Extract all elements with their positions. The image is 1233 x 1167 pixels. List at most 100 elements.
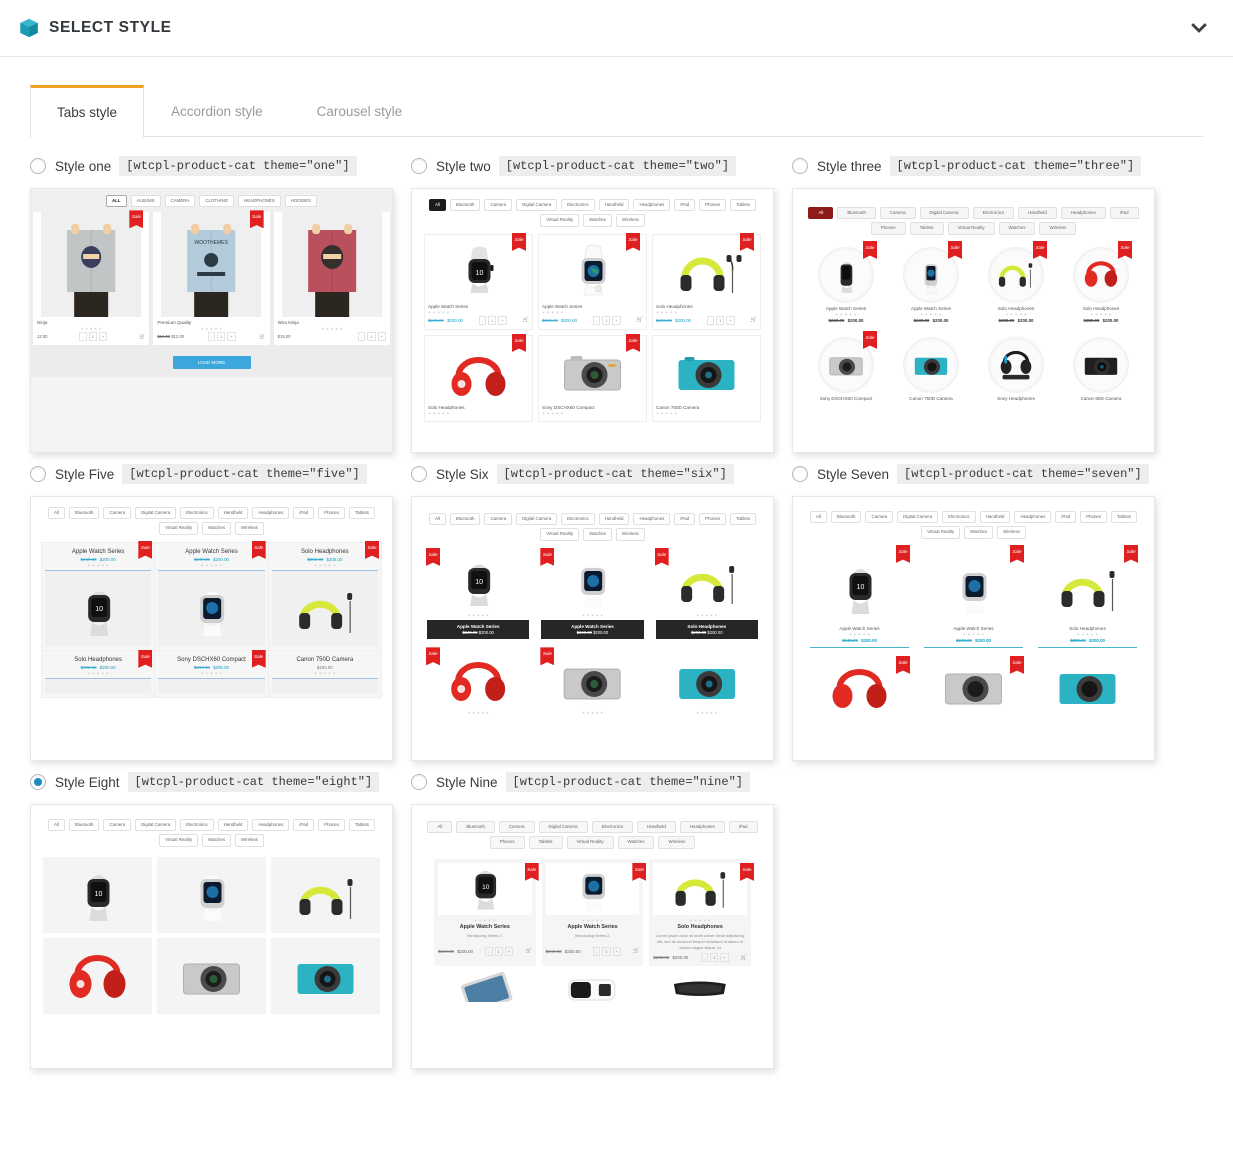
product-card[interactable]: Canon 750D Camera (652, 334, 761, 422)
product-card[interactable]: Sale Sony DSCHX60 Compact (805, 330, 887, 407)
filter-pill[interactable]: Phones (1080, 511, 1108, 524)
filter-pill[interactable]: Phones (870, 222, 906, 235)
chevron-down-icon[interactable] (1189, 18, 1209, 38)
product-card[interactable]: Sale (538, 232, 647, 330)
product-card[interactable]: Sale (538, 547, 647, 644)
product-card[interactable]: Sale WOOTHEMES Premium Quality $15.00 $1… (153, 210, 270, 346)
product-card[interactable] (1033, 657, 1142, 716)
filter-pill[interactable]: iPad (1055, 511, 1077, 524)
filter-pill[interactable]: Handheld (637, 821, 676, 834)
filter-pill[interactable]: Wireless (616, 214, 645, 227)
product-card[interactable]: Sale (649, 858, 755, 967)
filter-pill[interactable]: Headphones (1014, 511, 1052, 524)
product-card[interactable]: Sale (805, 655, 914, 716)
radio-style-two[interactable] (411, 158, 427, 174)
product-card[interactable]: Sale (424, 647, 533, 721)
filter-pill[interactable]: Phones (489, 836, 525, 849)
filter-pill[interactable]: Digital Camera (516, 513, 558, 526)
product-card[interactable]: Canon 80D Camera (1060, 332, 1142, 407)
radio-style-seven[interactable] (792, 466, 808, 482)
filter-pill[interactable]: Virtual Reality (566, 836, 614, 849)
radio-style-three[interactable] (792, 158, 808, 174)
product-card[interactable]: Sale 10 Apple Watch Series $249.00 $200.… (424, 232, 533, 330)
filter-pill[interactable]: All (810, 511, 827, 524)
filter-pill[interactable]: Handheld (598, 513, 630, 526)
filter-pill[interactable]: Camera (498, 821, 535, 834)
filter-pill[interactable]: Virtual Reality (921, 526, 961, 539)
product-card[interactable] (652, 647, 761, 721)
product-card[interactable]: Sale (541, 858, 647, 967)
filter-pill[interactable]: All (48, 819, 65, 832)
filter-pill[interactable]: Wireless (658, 836, 696, 849)
radio-style-eight[interactable] (30, 774, 46, 790)
filter-pill[interactable]: Wireless (235, 522, 264, 535)
filter-pill[interactable]: Bluetooth (449, 513, 481, 526)
filter-pill[interactable]: Handheld (598, 199, 630, 212)
product-card[interactable]: Sale (538, 647, 647, 721)
product-card[interactable]: Sale Solo Headphones (1060, 240, 1142, 327)
preview-thumbnail-six[interactable]: All Bluetooth Camera Digital Camera Elec… (411, 496, 774, 761)
filter-pill[interactable]: Electronics (942, 511, 976, 524)
product-card[interactable]: Woo Ninja $15.00 -1 + (273, 212, 390, 346)
product-card[interactable] (43, 937, 152, 1014)
product-card[interactable]: Sale 10 Apple Watch Series $249.00 $200.… (805, 544, 914, 652)
product-card[interactable]: Sale Solo Headphones (424, 333, 533, 422)
filter-pill[interactable]: All (808, 207, 834, 220)
filter-pill[interactable]: Electronics (561, 513, 595, 526)
product-card[interactable]: Sale 10 (424, 547, 533, 644)
filter-pill[interactable]: Bluetooth (68, 507, 100, 520)
filter-pill[interactable]: Digital Camera (135, 819, 177, 832)
quantity-stepper[interactable]: -1 + (207, 332, 236, 342)
tab-carousel-style[interactable]: Carousel style (290, 85, 430, 137)
filter-pill[interactable]: Camera (484, 199, 513, 212)
filter-pill[interactable]: Watches (998, 222, 1036, 235)
product-card[interactable]: Sale Solo Headphones (1033, 544, 1142, 652)
filter-pill[interactable]: Tablets (909, 222, 944, 235)
filter-pill[interactable]: Watches (202, 522, 232, 535)
filter-pill[interactable]: iPad (728, 821, 758, 834)
filter-pill[interactable]: iPad (674, 513, 696, 526)
quantity-stepper[interactable]: -1 + (592, 315, 621, 325)
quantity-stepper[interactable]: -1 + (478, 315, 507, 325)
filter-pill[interactable]: Bluetooth (830, 511, 862, 524)
filter-pill[interactable]: Wireless (1039, 222, 1077, 235)
product-card[interactable]: Sale Sony DSCHX60 Compact $267.00 $200.0… (154, 649, 268, 698)
filter-pill[interactable]: iPad (1109, 207, 1139, 220)
preview-thumbnail-nine[interactable]: All Bluetooth Camera Digital Camera Elec… (411, 804, 774, 1069)
load-more-button[interactable]: LOAD MORE (172, 356, 251, 370)
filter-pill[interactable]: Electronics (180, 507, 214, 520)
filter-pill[interactable]: iPad (293, 819, 315, 832)
filter-pill[interactable]: Handheld (217, 507, 249, 520)
filter-pill[interactable]: Virtual Reality (540, 214, 580, 227)
quantity-stepper[interactable]: -1 + (592, 946, 621, 956)
product-card[interactable]: Sale (652, 547, 761, 644)
filter-pill[interactable]: Headphones (633, 199, 671, 212)
quantity-stepper[interactable]: -1 + (706, 315, 735, 325)
cart-icon[interactable]: 🛒 (259, 334, 265, 340)
product-card[interactable]: Sale Apple Watch Series $249.00 $200.00 (890, 240, 972, 327)
product-card[interactable]: Sale (33, 210, 150, 346)
radio-style-six[interactable] (411, 466, 427, 482)
preview-thumbnail-five[interactable]: All Bluetooth Camera Digital Camera Elec… (30, 496, 393, 761)
product-card[interactable]: Sale Solo Headphones $280.00 $200.00 (41, 649, 155, 698)
tab-tabs-style[interactable]: Tabs style (30, 85, 145, 138)
filter-pill[interactable]: Virtual Reality (947, 222, 995, 235)
filter-pill[interactable]: Camera (879, 207, 916, 220)
filter-pill[interactable]: Headphones (679, 821, 725, 834)
filter-pill[interactable]: Camera (103, 819, 132, 832)
radio-style-nine[interactable] (411, 774, 427, 790)
filter-pill[interactable]: Phones (699, 199, 727, 212)
filter-pill[interactable]: ALL (105, 195, 127, 208)
quantity-stepper[interactable]: -1 + (485, 946, 514, 956)
filter-pill[interactable]: Headphones (633, 513, 671, 526)
filter-pill[interactable]: Watches (583, 528, 613, 541)
filter-pill[interactable]: Digital Camera (516, 199, 558, 212)
product-card[interactable]: Sale 10 (434, 858, 539, 967)
product-card[interactable]: Sony Headphones (975, 332, 1057, 407)
filter-pill[interactable]: Handheld (1018, 207, 1057, 220)
filter-pill[interactable]: Watches (964, 526, 994, 539)
quantity-stepper[interactable]: -1 + (79, 332, 108, 342)
filter-pill[interactable]: Digital Camera (538, 821, 588, 834)
cart-icon[interactable]: 🛒 (637, 317, 643, 323)
filter-pill[interactable]: Electronics (591, 821, 634, 834)
